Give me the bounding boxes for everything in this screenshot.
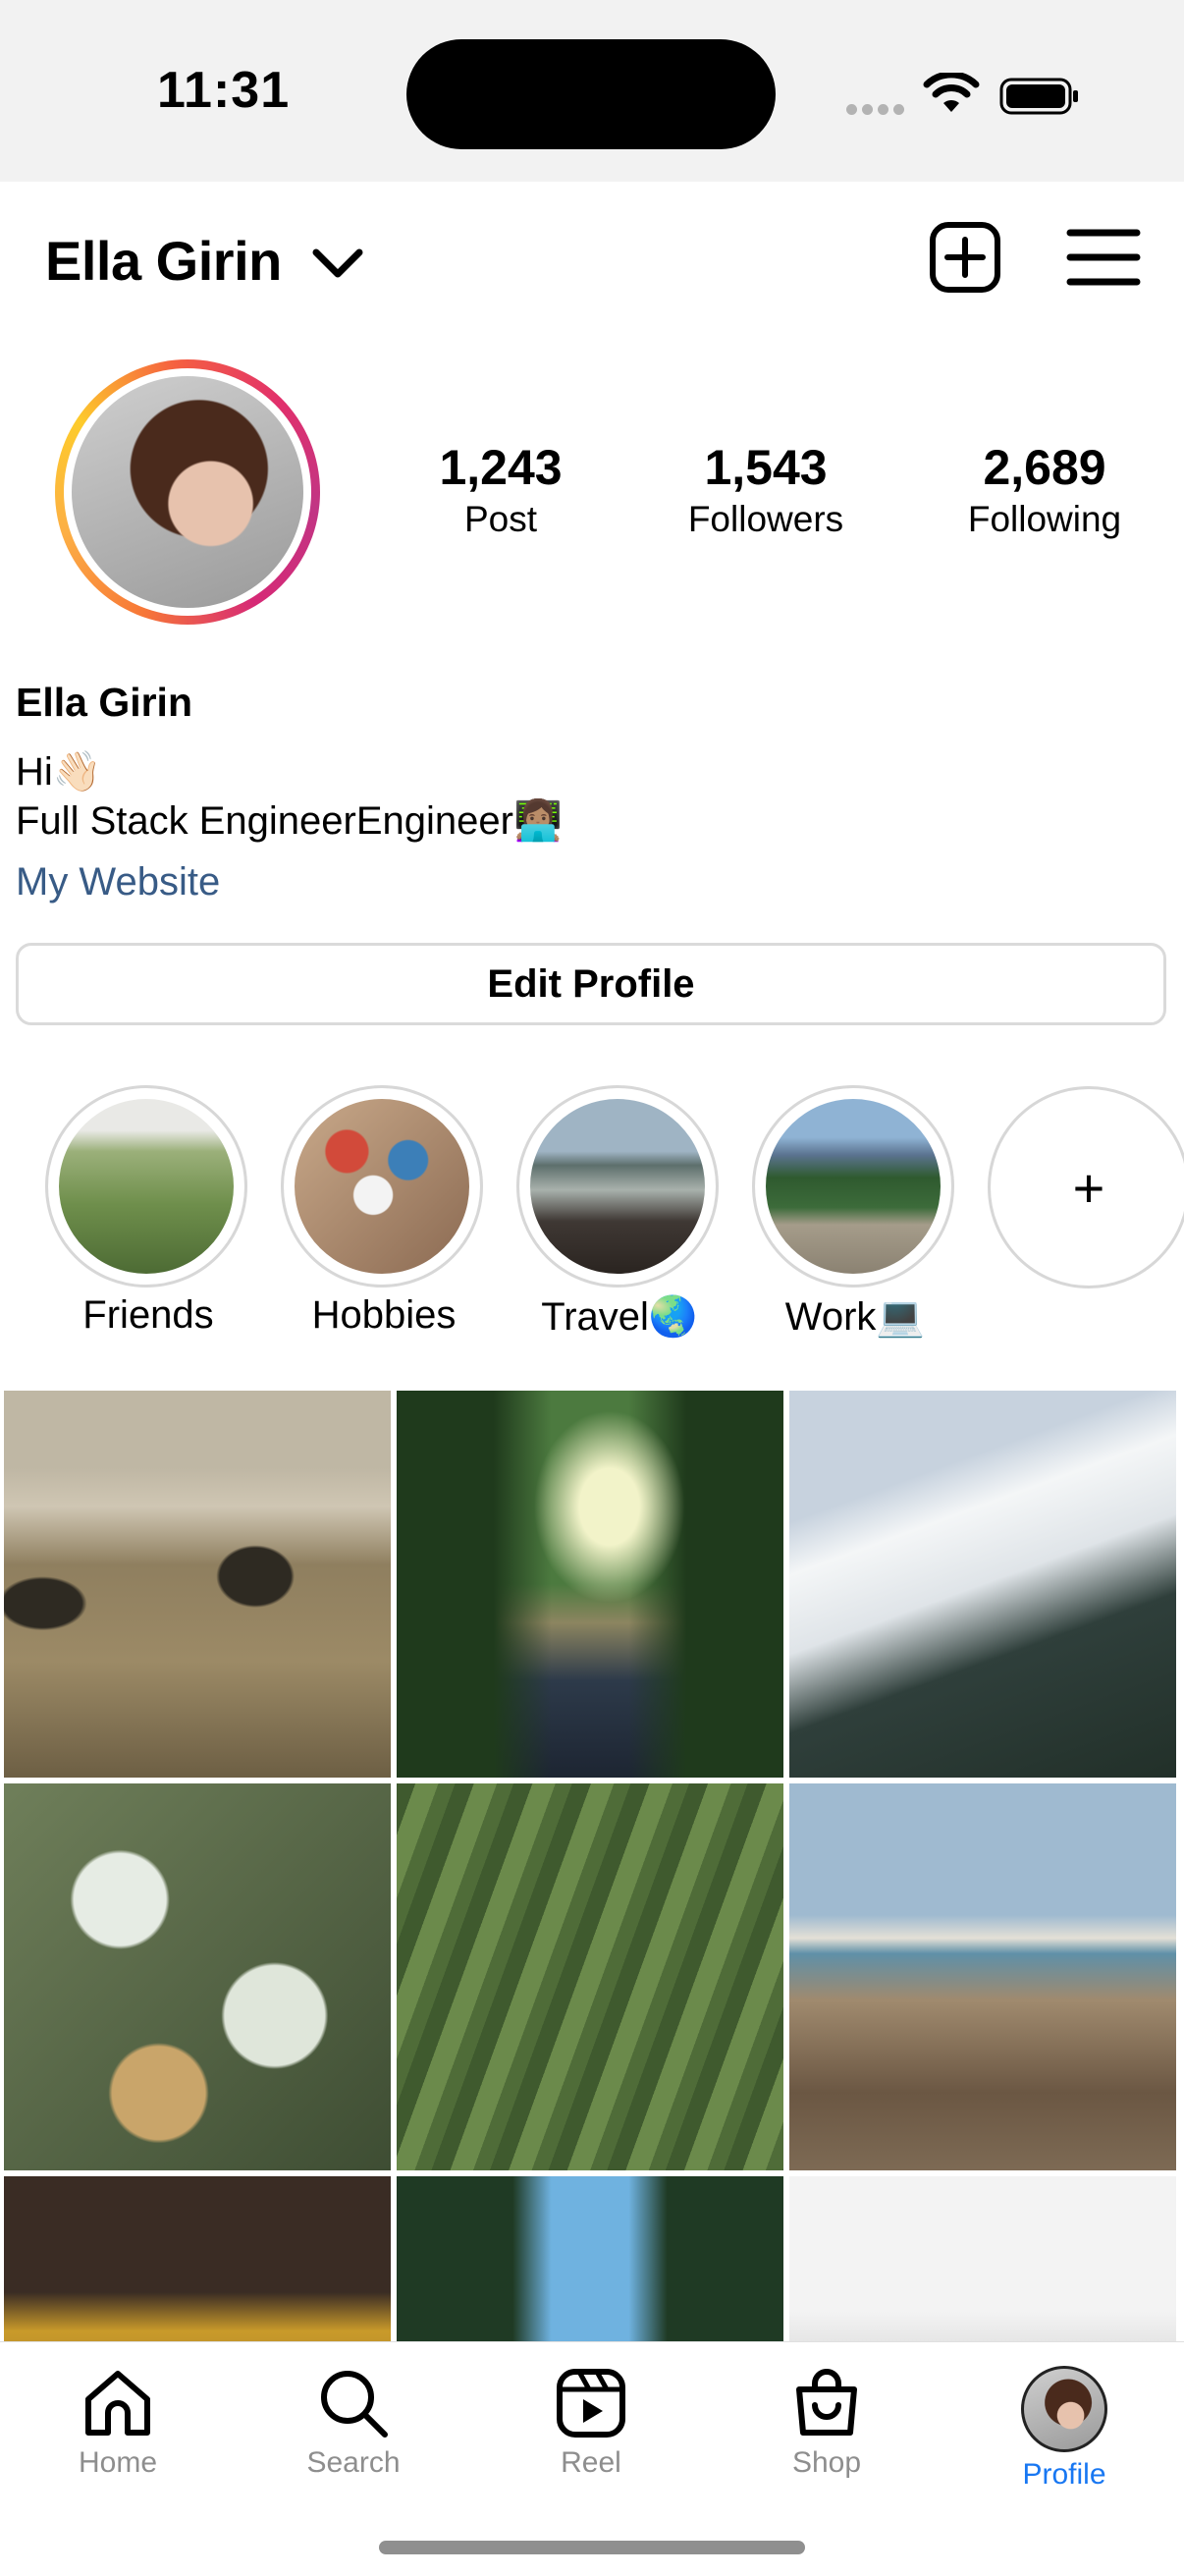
- account-username[interactable]: Ella Girin: [45, 229, 282, 293]
- tab-label: Profile: [1022, 2458, 1106, 2491]
- search-icon: [321, 2371, 388, 2438]
- post-tile[interactable]: [397, 2176, 783, 2341]
- posts-grid: [0, 1389, 1184, 2341]
- bio-name: Ella Girin: [16, 680, 192, 725]
- stat-value: 1,543: [704, 440, 828, 495]
- dynamic-island: [406, 39, 776, 149]
- tab-label: Shop: [791, 2446, 862, 2479]
- reel-icon: [557, 2369, 625, 2438]
- stat-following[interactable]: 2,689 Following: [927, 438, 1162, 542]
- tab-search[interactable]: Search: [255, 2366, 452, 2480]
- highlight-label: Travel🌏: [541, 1295, 698, 1339]
- tab-shop[interactable]: Shop: [728, 2366, 925, 2480]
- edit-profile-button[interactable]: Edit Profile: [16, 943, 1166, 1025]
- highlight-friends[interactable]: Friends: [45, 1085, 251, 1338]
- stat-value: 2,689: [983, 440, 1106, 495]
- shopping-bag-icon: [796, 2369, 857, 2436]
- stat-label: Following: [967, 499, 1122, 539]
- stat-value: 1,243: [439, 440, 563, 495]
- post-tile[interactable]: [4, 1783, 391, 2170]
- bio-line-2: Full Stack EngineerEngineer👩🏽‍💻: [16, 799, 563, 843]
- profile-header: Ella Girin: [0, 182, 1184, 334]
- stat-posts[interactable]: 1,243 Post: [383, 438, 619, 542]
- home-indicator: [379, 2541, 805, 2554]
- tab-bar: Home Search Reel Shop Profile: [0, 2341, 1184, 2576]
- tab-label: Home: [78, 2446, 158, 2479]
- highlight-thumbnail: [295, 1099, 469, 1274]
- stat-followers[interactable]: 1,543 Followers: [648, 438, 884, 542]
- website-link[interactable]: My Website: [16, 860, 220, 904]
- menu-icon[interactable]: [1066, 225, 1141, 290]
- post-tile[interactable]: [789, 1391, 1176, 1778]
- status-time: 11:31: [157, 62, 291, 119]
- highlight-label: Hobbies: [311, 1293, 457, 1337]
- post-tile[interactable]: [4, 1391, 391, 1778]
- wifi-icon: [923, 73, 980, 112]
- highlight-thumbnail: [530, 1099, 705, 1274]
- tab-profile[interactable]: Profile: [966, 2366, 1162, 2492]
- highlight-work[interactable]: Work💻: [752, 1085, 958, 1340]
- status-bar: 11:31: [0, 0, 1184, 182]
- post-tile[interactable]: [789, 1783, 1176, 2170]
- battery-icon: [999, 78, 1078, 115]
- tab-home[interactable]: Home: [20, 2366, 216, 2480]
- post-tile[interactable]: [397, 1391, 783, 1778]
- tab-label: Search: [306, 2446, 401, 2479]
- add-post-icon[interactable]: [929, 221, 1001, 294]
- post-tile[interactable]: [397, 1783, 783, 2170]
- post-tile[interactable]: [4, 2176, 391, 2341]
- stat-label: Followers: [687, 499, 844, 539]
- add-highlight-button[interactable]: +: [988, 1086, 1184, 1288]
- highlight-label: Work💻: [784, 1295, 926, 1339]
- home-icon: [85, 2371, 150, 2436]
- highlight-hobbies[interactable]: Hobbies: [281, 1085, 487, 1338]
- chevron-down-icon[interactable]: [310, 245, 365, 284]
- post-tile[interactable]: [789, 2176, 1176, 2341]
- bio-line-1: Hi👋🏻: [16, 750, 102, 794]
- highlight-label: Friends: [82, 1293, 214, 1337]
- stat-label: Post: [463, 499, 538, 539]
- profile-tab-avatar: [1021, 2366, 1107, 2452]
- profile-avatar[interactable]: [55, 359, 320, 625]
- highlight-thumbnail: [766, 1099, 941, 1274]
- highlight-travel[interactable]: Travel🌏: [516, 1085, 723, 1340]
- highlight-thumbnail: [59, 1099, 234, 1274]
- tab-reel[interactable]: Reel: [493, 2366, 689, 2480]
- avatar-photo: [72, 376, 303, 608]
- tab-label: Reel: [561, 2446, 621, 2479]
- signal-icon: [846, 102, 909, 120]
